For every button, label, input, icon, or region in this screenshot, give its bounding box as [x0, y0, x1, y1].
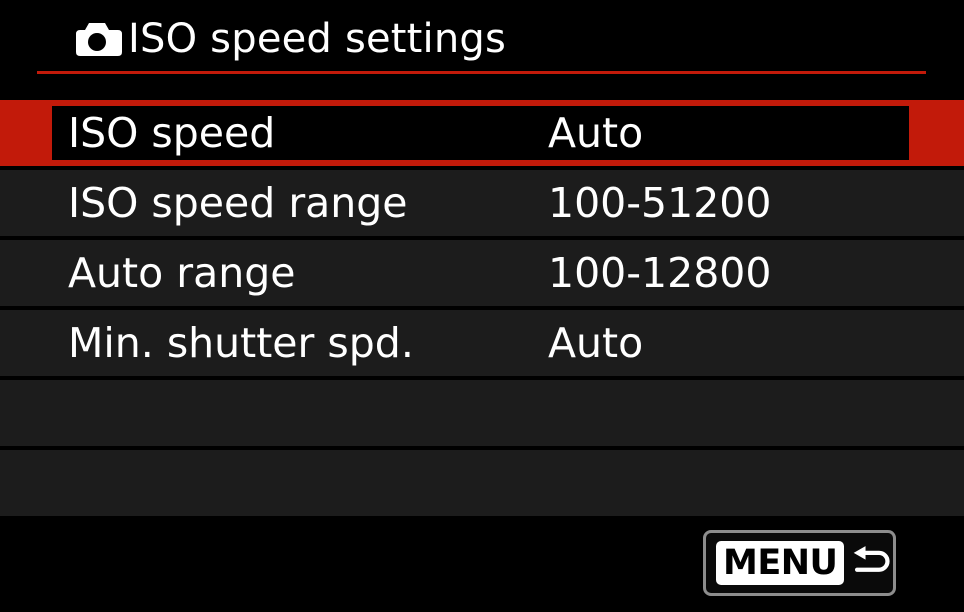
- menu-button-label: MENU: [716, 541, 845, 585]
- menu-row-label: ISO speed range: [68, 179, 408, 227]
- menu-return-button[interactable]: MENU: [703, 530, 896, 596]
- menu-row-value: Auto: [548, 319, 644, 367]
- menu-row-min-shutter-spd[interactable]: Min. shutter spd. Auto: [0, 310, 964, 376]
- menu-row-iso-speed-range[interactable]: ISO speed range 100-51200: [0, 170, 964, 236]
- menu-row-value: Auto: [548, 109, 644, 157]
- menu-row-empty: [0, 450, 964, 516]
- camera-icon: [76, 23, 122, 56]
- header: ISO speed settings: [70, 14, 506, 64]
- menu-row-label: Min. shutter spd.: [68, 319, 414, 367]
- menu-row-value: 100-12800: [548, 249, 772, 297]
- settings-list: ISO speed Auto ISO speed range 100-51200…: [0, 100, 964, 520]
- return-arrow-icon: [854, 546, 890, 572]
- menu-row-value: 100-51200: [548, 179, 772, 227]
- header-divider: [37, 71, 926, 74]
- menu-row-label: ISO speed: [68, 109, 276, 157]
- menu-row-empty: [0, 380, 964, 446]
- menu-row-label: Auto range: [68, 249, 296, 297]
- menu-row-iso-speed[interactable]: ISO speed Auto: [0, 100, 964, 166]
- menu-row-auto-range[interactable]: Auto range 100-12800: [0, 240, 964, 306]
- page-title: ISO speed settings: [128, 16, 507, 62]
